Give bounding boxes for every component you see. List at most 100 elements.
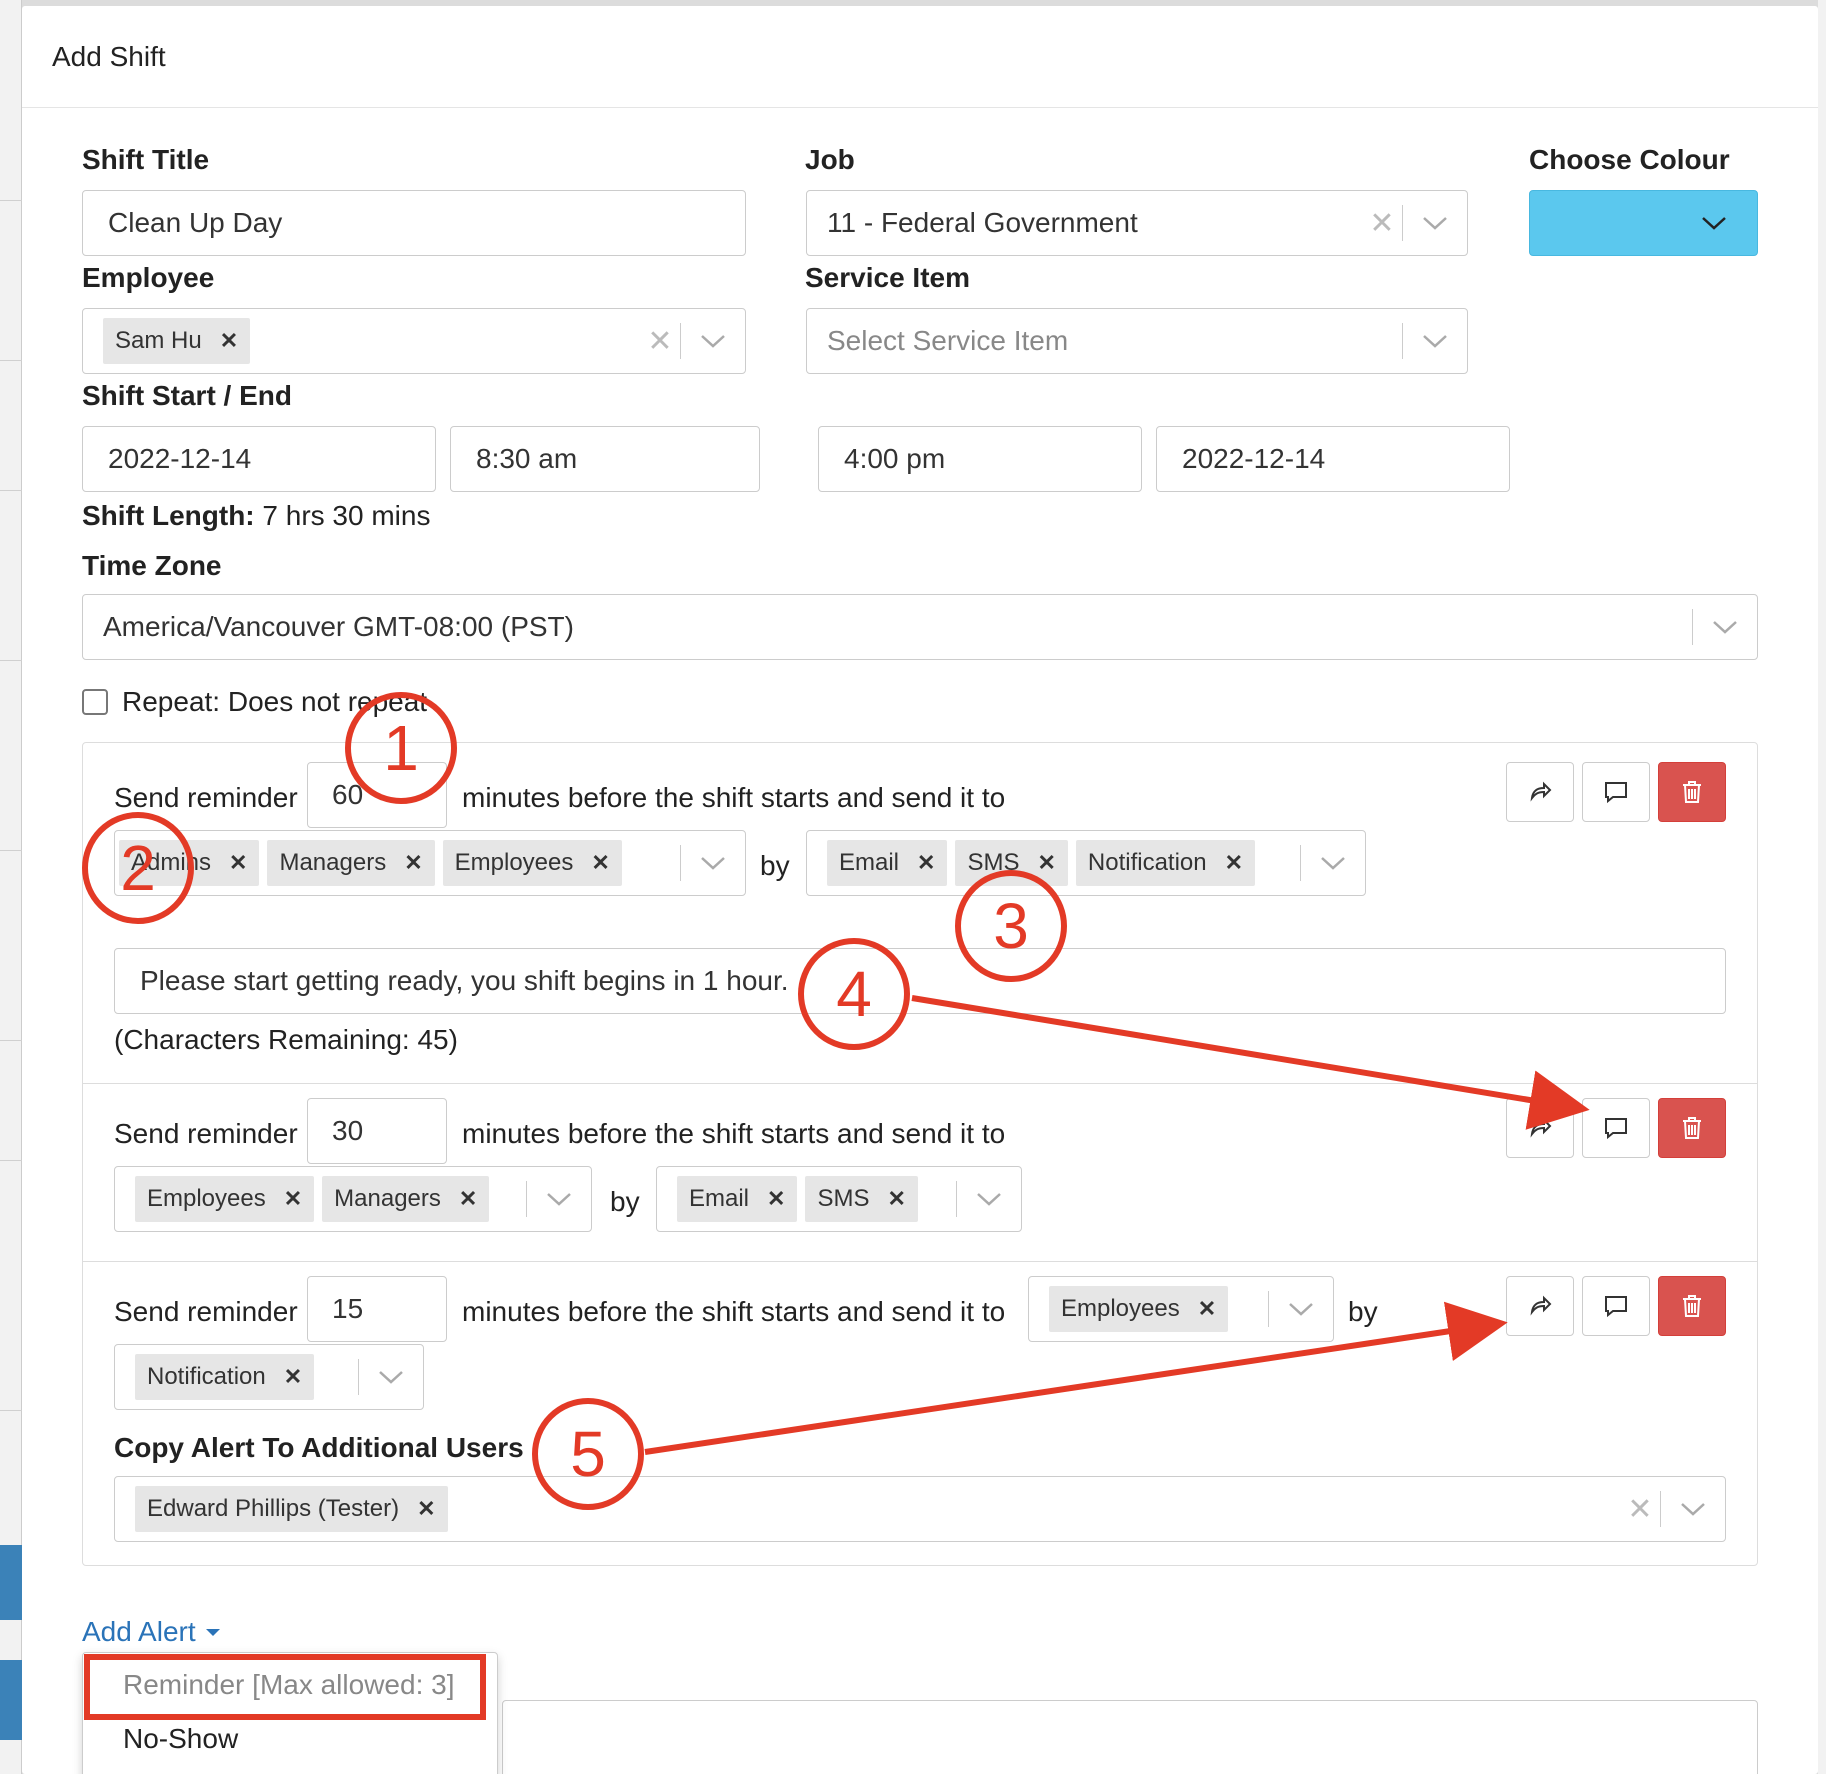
employee-select[interactable]: Sam Hu ✕ ✕: [82, 308, 746, 374]
recipient-tag: Employees ✕: [135, 1176, 315, 1222]
reminder-1-copy-button[interactable]: [1506, 762, 1574, 822]
comment-icon: [1605, 1296, 1627, 1318]
end-date-input[interactable]: 2022-12-14: [1156, 426, 1510, 492]
reminder-2-channels-select[interactable]: Email ✕ SMS ✕: [656, 1166, 1022, 1232]
end-time-input[interactable]: 4:00 pm: [818, 426, 1142, 492]
shift-length-value: 7 hrs 30 mins: [262, 500, 431, 531]
reminder-3-channels-select[interactable]: Notification ✕: [114, 1344, 424, 1410]
service-item-label: Service Item: [805, 262, 970, 293]
reminder-1-delete-button[interactable]: [1658, 762, 1726, 822]
copy-users-clear-icon[interactable]: ✕: [1620, 1492, 1660, 1527]
recipients-tags: Employees ✕ Managers ✕: [115, 1176, 526, 1222]
remove-tag-icon[interactable]: ✕: [220, 328, 238, 354]
start-time-input[interactable]: 8:30 am: [450, 426, 760, 492]
reminder-2-recipients-select[interactable]: Employees ✕ Managers ✕: [114, 1166, 592, 1232]
minutes-before-label: minutes before the shift starts and send…: [462, 1118, 1006, 1149]
chevron-down-icon[interactable]: [527, 1191, 591, 1207]
colour-picker[interactable]: [1529, 190, 1758, 256]
comment-icon: [1605, 782, 1627, 804]
reminder-3-message-button[interactable]: [1582, 1276, 1650, 1336]
remove-tag-icon[interactable]: ✕: [459, 1186, 477, 1212]
modal-title: Add Shift: [52, 40, 166, 72]
chevron-down-icon[interactable]: [1661, 1501, 1725, 1517]
employee-clear-icon[interactable]: ✕: [640, 324, 680, 359]
chevron-down-icon: [1702, 217, 1726, 230]
recipient-tag: Employees ✕: [442, 840, 622, 886]
send-reminder-label: Send reminder: [114, 1296, 298, 1327]
channel-tag: Notification ✕: [135, 1354, 315, 1400]
remove-tag-icon[interactable]: ✕: [417, 1496, 435, 1522]
background-left-strip: [0, 0, 22, 1774]
reminder-2-delete-button[interactable]: [1658, 1098, 1726, 1158]
recipients-tags: Employees ✕: [1029, 1286, 1268, 1332]
trash-icon: [1683, 781, 1701, 803]
chevron-down-icon[interactable]: [957, 1191, 1021, 1207]
annotation-highlight-box: [84, 1654, 486, 1720]
trash-icon: [1683, 1295, 1701, 1317]
chevron-down-icon[interactable]: [1403, 333, 1467, 349]
employee-tag: Sam Hu ✕: [103, 318, 251, 364]
remove-tag-icon[interactable]: ✕: [591, 850, 609, 876]
reminder-divider: [83, 1083, 1757, 1084]
remove-tag-icon[interactable]: ✕: [284, 1364, 302, 1390]
reminder-3-delete-button[interactable]: [1658, 1276, 1726, 1336]
user-tag: Edward Phillips (Tester) ✕: [135, 1486, 448, 1532]
share-icon: [1530, 1295, 1552, 1316]
reminder-1-channels-select[interactable]: Email ✕ SMS ✕ Notification ✕: [806, 830, 1366, 896]
chevron-down-icon[interactable]: [1693, 619, 1757, 635]
job-clear-icon[interactable]: ✕: [1362, 206, 1402, 241]
remove-tag-icon[interactable]: ✕: [1037, 850, 1055, 876]
reminder-1-message-input[interactable]: Please start getting ready, you shift be…: [114, 948, 1726, 1014]
reminder-1-message-button[interactable]: [1582, 762, 1650, 822]
channel-tag: Email ✕: [677, 1176, 798, 1222]
start-date-input[interactable]: 2022-12-14: [82, 426, 436, 492]
channels-tags: Email ✕ SMS ✕ Notification ✕: [807, 840, 1300, 886]
recipients-tags: Admins ✕ Managers ✕ Employees ✕: [115, 840, 680, 886]
repeat-checkbox[interactable]: [82, 689, 108, 715]
reminder-2-copy-button[interactable]: [1506, 1098, 1574, 1158]
timezone-label: Time Zone: [82, 550, 222, 581]
add-alert-dropdown-toggle[interactable]: Add Alert: [82, 1616, 220, 1648]
remove-tag-icon[interactable]: ✕: [1225, 850, 1243, 876]
remove-tag-icon[interactable]: ✕: [767, 1186, 785, 1212]
send-reminder-label: Send reminder: [114, 1118, 298, 1149]
by-label: by: [610, 1186, 640, 1217]
by-label: by: [1348, 1296, 1378, 1327]
chevron-down-icon[interactable]: [681, 333, 745, 349]
remove-tag-icon[interactable]: ✕: [1198, 1296, 1216, 1322]
reminder-3-minutes-input[interactable]: 15: [307, 1276, 447, 1342]
service-item-select[interactable]: Select Service Item: [806, 308, 1468, 374]
minutes-before-label: minutes before the shift starts and send…: [462, 1296, 1006, 1327]
remove-tag-icon[interactable]: ✕: [887, 1186, 905, 1212]
remove-tag-icon[interactable]: ✕: [917, 850, 935, 876]
reminder-2-minutes-input[interactable]: 30: [307, 1098, 447, 1164]
copy-users-select[interactable]: Edward Phillips (Tester) ✕ ✕: [114, 1476, 1726, 1542]
reminder-3-copy-button[interactable]: [1506, 1276, 1574, 1336]
chevron-down-icon[interactable]: [1269, 1301, 1333, 1317]
timezone-select[interactable]: America/Vancouver GMT-08:00 (PST): [82, 594, 1758, 660]
employee-label: Employee: [82, 262, 215, 293]
service-item-placeholder: Select Service Item: [827, 325, 1069, 356]
shift-title-input[interactable]: Clean Up Day: [82, 190, 746, 256]
shift-start-end-label: Shift Start / End: [82, 380, 292, 411]
job-select[interactable]: 11 - Federal Government ✕: [806, 190, 1468, 256]
notes-box: [502, 1700, 1758, 1774]
chevron-down-icon[interactable]: [1403, 215, 1467, 231]
reminder-1-recipients-select[interactable]: Admins ✕ Managers ✕ Employees ✕: [114, 830, 746, 896]
remove-tag-icon[interactable]: ✕: [284, 1186, 302, 1212]
recipient-tag: Employees ✕: [1049, 1286, 1229, 1332]
modal-header: Add Shift: [22, 6, 1818, 108]
send-reminder-label: Send reminder: [114, 782, 298, 813]
reminder-2-message-button[interactable]: [1582, 1098, 1650, 1158]
reminder-3-recipients-select[interactable]: Employees ✕: [1028, 1276, 1334, 1342]
trash-icon: [1683, 1117, 1701, 1139]
menu-item-no-show[interactable]: No-Show: [123, 1723, 238, 1755]
chevron-down-icon[interactable]: [1301, 855, 1365, 871]
copy-users-tags: Edward Phillips (Tester) ✕: [115, 1486, 1620, 1532]
remove-tag-icon[interactable]: ✕: [404, 850, 422, 876]
remove-tag-icon[interactable]: ✕: [229, 850, 247, 876]
chevron-down-icon[interactable]: [359, 1369, 423, 1385]
shift-title-label: Shift Title: [82, 144, 210, 175]
chevron-down-icon[interactable]: [681, 855, 745, 871]
annotation-marker-3: 3: [955, 870, 1067, 982]
